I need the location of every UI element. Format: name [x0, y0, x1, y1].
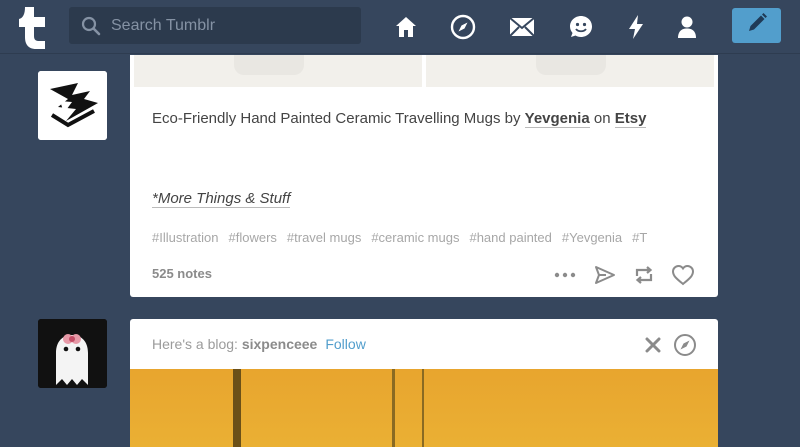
- author-link[interactable]: Yevgenia: [524, 110, 590, 128]
- recommended-blog-text: Here's a blog: sixpenceee Follow: [152, 336, 366, 352]
- tag-link[interactable]: #flowers: [228, 230, 276, 245]
- tags-fade: [670, 227, 700, 247]
- like-icon[interactable]: [670, 262, 696, 288]
- recommended-blog-photo[interactable]: [130, 369, 718, 447]
- search-box[interactable]: [69, 7, 361, 44]
- home-icon[interactable]: [392, 13, 420, 41]
- tumblr-logo-icon[interactable]: [16, 5, 50, 49]
- recommended-blog-name[interactable]: sixpenceee: [242, 336, 318, 352]
- explore-icon[interactable]: [672, 332, 698, 358]
- avatar[interactable]: [38, 319, 107, 388]
- tag-link[interactable]: #travel mugs: [287, 230, 361, 245]
- tag-link[interactable]: #Yevgenia: [562, 230, 622, 245]
- recommended-blog-header: Here's a blog: sixpenceee Follow: [130, 319, 718, 369]
- tag-link[interactable]: #Illustration: [152, 230, 218, 245]
- top-nav-bar: [0, 0, 800, 54]
- tag-link[interactable]: #hand painted: [469, 230, 551, 245]
- post-tags: #Illustration #flowers #travel mugs #cerami…: [152, 230, 700, 245]
- store-link[interactable]: Etsy: [614, 110, 647, 128]
- caption-text: Eco-Friendly Hand Painted Ceramic Travel…: [152, 110, 525, 127]
- caption-text: on: [589, 110, 615, 127]
- more-things-link[interactable]: *More Things & Stuff: [152, 190, 291, 208]
- activity-icon[interactable]: [622, 13, 650, 41]
- explore-icon[interactable]: [449, 13, 477, 41]
- notes-count[interactable]: 525 notes: [152, 266, 212, 281]
- compose-button[interactable]: [732, 8, 781, 43]
- post-photo[interactable]: [134, 55, 422, 87]
- more-icon[interactable]: [552, 262, 578, 288]
- post-photo[interactable]: [426, 55, 714, 87]
- search-input[interactable]: [111, 7, 351, 44]
- tag-link[interactable]: #ceramic mugs: [371, 230, 459, 245]
- recommended-blog-card: Here's a blog: sixpenceee Follow: [130, 319, 718, 447]
- inbox-icon[interactable]: [508, 13, 536, 41]
- tag-link[interactable]: #T: [632, 230, 647, 245]
- post-card: Eco-Friendly Hand Painted Ceramic Travel…: [130, 55, 718, 297]
- reblog-icon[interactable]: [631, 262, 657, 288]
- share-icon[interactable]: [592, 262, 618, 288]
- account-icon[interactable]: [673, 13, 701, 41]
- messaging-icon[interactable]: [567, 13, 595, 41]
- close-icon[interactable]: [642, 334, 664, 356]
- follow-button[interactable]: Follow: [325, 336, 365, 352]
- pencil-icon: [746, 12, 768, 39]
- post-caption: Eco-Friendly Hand Painted Ceramic Travel…: [152, 110, 647, 128]
- recommended-label: Here's a blog:: [152, 336, 242, 352]
- search-icon: [81, 16, 101, 36]
- avatar[interactable]: [38, 71, 107, 140]
